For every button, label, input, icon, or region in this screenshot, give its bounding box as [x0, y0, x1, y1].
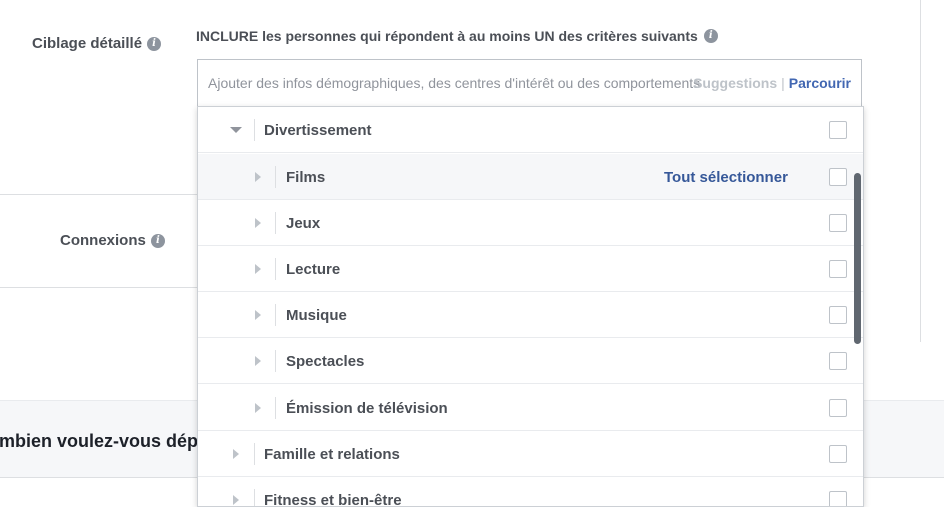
caret-right-icon[interactable] — [255, 218, 261, 228]
row-checkbox[interactable] — [829, 306, 847, 324]
browse-dropdown: Divertissement Films Tout sélectionner J… — [197, 106, 864, 507]
connections-label-row: Connexions i — [60, 232, 165, 249]
caret-right-icon[interactable] — [255, 264, 261, 274]
info-icon[interactable]: i — [147, 36, 162, 51]
row-separator — [254, 443, 255, 465]
row-label: Spectacles — [286, 353, 365, 370]
row-label: Divertissement — [264, 122, 372, 139]
caret-right-icon[interactable] — [255, 356, 261, 366]
info-icon[interactable]: i — [150, 233, 165, 248]
row-checkbox[interactable] — [829, 214, 847, 232]
caret-right-icon[interactable] — [255, 172, 261, 182]
detailed-targeting-search-input[interactable]: Ajouter des infos démographiques, des ce… — [197, 59, 862, 107]
caret-right-icon[interactable] — [233, 495, 239, 505]
select-all-link[interactable]: Tout sélectionner — [664, 169, 788, 186]
dropdown-scrollbar[interactable] — [854, 173, 861, 344]
connections-label: Connexions — [60, 232, 146, 249]
include-criteria-text-row: INCLURE les personnes qui répondent à au… — [196, 28, 718, 44]
caret-right-icon[interactable] — [255, 403, 261, 413]
row-separator — [275, 304, 276, 326]
row-label: Émission de télévision — [286, 400, 448, 417]
row-checkbox[interactable] — [829, 260, 847, 278]
row-separator — [275, 397, 276, 419]
row-checkbox[interactable] — [829, 399, 847, 417]
row-separator — [275, 166, 276, 188]
detailed-targeting-label: Ciblage détaillé — [32, 35, 143, 52]
include-criteria-text: INCLURE les personnes qui répondent à au… — [196, 28, 698, 44]
suggestions-link[interactable]: Suggestions — [693, 75, 777, 91]
row-label: Famille et relations — [264, 446, 400, 463]
row-checkbox[interactable] — [829, 491, 847, 506]
row-separator — [254, 119, 255, 141]
dropdown-row-shows[interactable]: Spectacles — [198, 338, 863, 384]
row-separator — [275, 350, 276, 372]
dropdown-row-fitness[interactable]: Fitness et bien-être — [198, 477, 863, 507]
row-label: Films — [286, 169, 326, 186]
row-checkbox[interactable] — [829, 121, 847, 139]
row-label: Jeux — [286, 215, 321, 232]
link-separator: | — [781, 75, 785, 91]
row-checkbox[interactable] — [829, 352, 847, 370]
dropdown-row-reading[interactable]: Lecture — [198, 246, 863, 292]
row-separator — [275, 258, 276, 280]
dropdown-row-tv[interactable]: Émission de télévision — [198, 385, 863, 431]
dropdown-row-family[interactable]: Famille et relations — [198, 431, 863, 477]
row-label: Lecture — [286, 261, 341, 278]
row-separator — [275, 212, 276, 234]
row-separator — [254, 489, 255, 506]
caret-right-icon[interactable] — [233, 449, 239, 459]
row-checkbox[interactable] — [829, 445, 847, 463]
dropdown-row-music[interactable]: Musique — [198, 292, 863, 338]
caret-down-icon[interactable] — [230, 127, 242, 133]
caret-right-icon[interactable] — [255, 310, 261, 320]
browse-link[interactable]: Parcourir — [789, 75, 851, 91]
dropdown-row-entertainment[interactable]: Divertissement — [198, 107, 863, 153]
section-divider — [0, 287, 197, 288]
row-label: Musique — [286, 307, 347, 324]
row-label: Fitness et bien-être — [264, 492, 402, 507]
row-checkbox[interactable] — [829, 168, 847, 186]
info-icon[interactable]: i — [703, 29, 718, 43]
panel-right-border — [920, 0, 921, 342]
dropdown-row-films[interactable]: Films Tout sélectionner — [198, 154, 863, 200]
detailed-targeting-label-row: Ciblage détaillé i — [32, 35, 162, 52]
section-divider — [0, 194, 197, 195]
dropdown-row-games[interactable]: Jeux — [198, 200, 863, 246]
